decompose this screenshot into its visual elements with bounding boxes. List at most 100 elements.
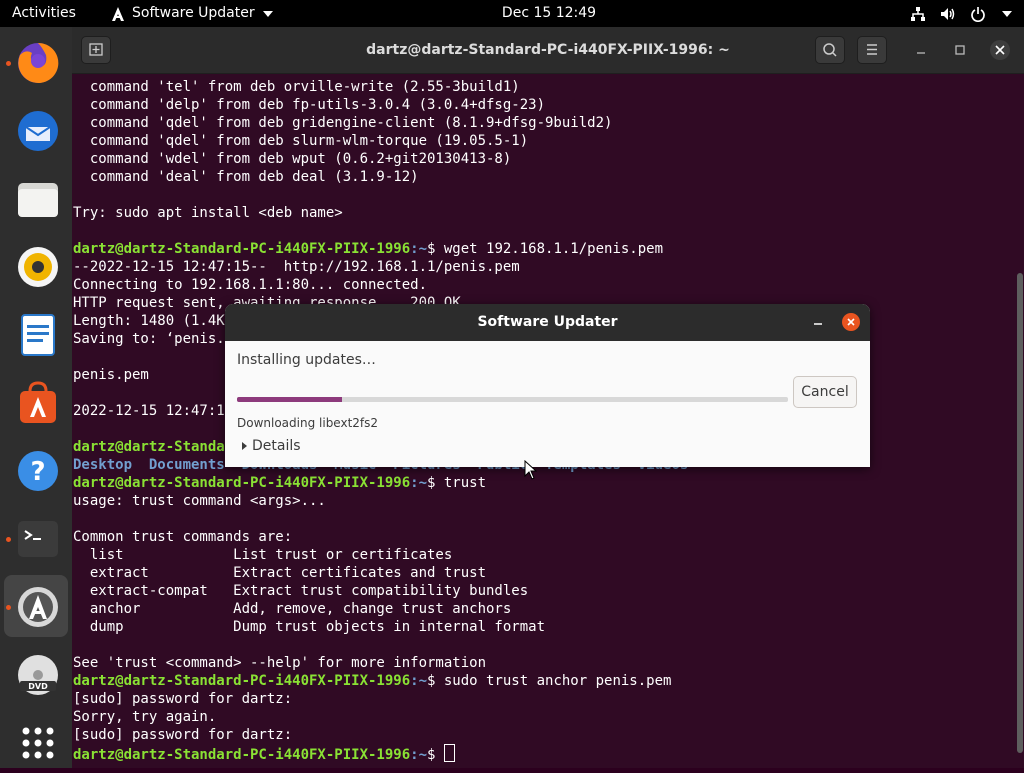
volume-icon xyxy=(941,7,955,20)
cancel-button[interactable]: Cancel xyxy=(793,376,857,408)
mouse-pointer-icon xyxy=(524,460,538,480)
progress-bar xyxy=(237,397,788,402)
dock-item-software-updater[interactable] xyxy=(4,575,68,637)
terminal-text: Common trust commands are: xyxy=(73,529,293,545)
help-icon: ? xyxy=(18,451,58,491)
terminal-text: [sudo] password for dartz: xyxy=(73,727,293,743)
terminal-line: Common trust commands are: xyxy=(73,528,292,546)
downloading-text: Downloading libext2fs2 xyxy=(237,416,379,430)
running-indicator xyxy=(6,61,11,66)
libreoffice-writer-icon xyxy=(21,314,55,356)
close-icon xyxy=(847,318,855,326)
top-bar: Activities Software Updater Dec 15 12:49 xyxy=(0,0,1024,27)
terminal-line: Try: sudo apt install <deb name> xyxy=(73,204,343,222)
dock-item-ubuntu-software[interactable] xyxy=(4,371,68,433)
dialog-minimize-button[interactable] xyxy=(809,313,827,331)
terminal-line: anchor Add, remove, change trust anchors xyxy=(73,600,511,618)
dock-item-terminal[interactable] xyxy=(4,507,68,569)
progress-bar-fill xyxy=(237,397,342,402)
terminal-text: command 'qdel' from deb slurm-wlm-torque… xyxy=(73,133,529,149)
network-icon xyxy=(911,6,925,21)
terminal-text: See 'trust <command> --help' for more in… xyxy=(73,655,487,671)
menu-button[interactable] xyxy=(857,36,887,64)
terminal-text: command 'tel' from deb orville-write (2.… xyxy=(73,79,520,95)
ubuntu-software-icon xyxy=(20,381,56,423)
terminal-text: command 'deal' from deb deal (3.1.9-12) xyxy=(73,169,419,185)
firefox-icon xyxy=(18,42,59,83)
terminal-line: command 'deal' from deb deal (3.1.9-12) xyxy=(73,168,419,186)
terminal-line: Sorry, try again. xyxy=(73,708,216,726)
dock: ? DVD xyxy=(0,27,72,768)
terminal-header-bar[interactable]: dartz@dartz-Standard-PC-i440FX-PIIX-1996… xyxy=(72,27,1024,74)
install-status-text: Installing updates… xyxy=(237,352,376,368)
terminal-line: command 'tel' from deb orville-write (2.… xyxy=(73,78,520,96)
terminal-text: Sorry, try again. xyxy=(73,709,217,725)
clock[interactable]: Dec 15 12:49 xyxy=(0,0,1024,27)
terminal-line: dartz@dartz-Standard-PC-i440FX-PIIX-1996… xyxy=(73,672,671,690)
expand-arrow-icon xyxy=(242,442,247,450)
dock-item-show-apps[interactable] xyxy=(4,711,68,773)
system-tray[interactable] xyxy=(910,0,1012,27)
terminal-line: dartz@dartz-Standard-PC-i440FX-PIIX-1996… xyxy=(73,744,455,763)
details-expander[interactable]: Details xyxy=(242,438,301,454)
terminal-line: See 'trust <command> --help' for more in… xyxy=(73,654,486,672)
dock-item-files[interactable] xyxy=(4,167,68,229)
svg-text:DVD: DVD xyxy=(28,682,48,691)
details-label: Details xyxy=(252,438,301,454)
terminal-line: command 'wdel' from deb wput (0.6.2+git2… xyxy=(73,150,511,168)
terminal-line: list List trust or certificates xyxy=(73,546,452,564)
prompt-path: :~ xyxy=(410,475,428,491)
dialog-header[interactable]: Software Updater xyxy=(225,304,870,341)
terminal-text: Connecting to 192.168.1.1:80... connecte… xyxy=(73,277,428,293)
terminal-text: [sudo] password for dartz: xyxy=(73,691,293,707)
dialog-title: Software Updater xyxy=(477,314,618,330)
search-button[interactable] xyxy=(815,36,845,64)
terminal-text: list List trust or certificates xyxy=(73,547,453,563)
dock-item-thunderbird[interactable] xyxy=(4,99,68,161)
running-indicator xyxy=(6,537,11,542)
show-apps-icon xyxy=(22,727,54,759)
terminal-text: Try: sudo apt install <deb name> xyxy=(73,205,343,221)
terminal-text: dump Dump trust objects in internal form… xyxy=(73,619,546,635)
terminal-line: extract-compat Extract trust compatibili… xyxy=(73,582,528,600)
svg-text:?: ? xyxy=(30,457,45,487)
minimize-icon xyxy=(814,323,822,325)
terminal-text: --2022-12-15 12:47:15-- http://192.168.1… xyxy=(73,259,520,275)
prompt-path: :~ xyxy=(410,673,428,689)
terminal-text: command 'wdel' from deb wput (0.6.2+git2… xyxy=(73,151,512,167)
terminal-line: [sudo] password for dartz: xyxy=(73,690,292,708)
dock-item-firefox[interactable] xyxy=(4,31,68,93)
terminal-text: $ trust xyxy=(427,475,487,491)
close-button[interactable] xyxy=(990,40,1010,60)
hamburger-menu-icon xyxy=(867,44,877,55)
minimize-button[interactable] xyxy=(911,40,931,60)
scrollbar-thumb[interactable] xyxy=(1017,273,1023,753)
software-updater-dialog[interactable]: Software Updater Installing updates… Can… xyxy=(225,304,870,467)
dock-item-dvd[interactable]: DVD xyxy=(4,643,68,705)
terminal-text: command 'delp' from deb fp-utils-3.0.4 (… xyxy=(73,97,546,113)
thunderbird-icon xyxy=(18,111,58,151)
terminal-line: dartz@dartz-Standard-PC-i440FX-PIIX-1996… xyxy=(73,240,663,258)
terminal-line: command 'qdel' from deb gridengine-clien… xyxy=(73,114,613,132)
dialog-close-button[interactable] xyxy=(842,313,860,331)
maximize-button[interactable] xyxy=(950,40,970,60)
terminal-text: extract-compat Extract trust compatibili… xyxy=(73,583,529,599)
dock-item-writer[interactable] xyxy=(4,303,68,365)
prompt-user-host: dartz@dartz-Standard-PC-i440FX-PIIX-1996 xyxy=(73,747,411,763)
power-icon xyxy=(971,6,985,22)
terminal-text: anchor Add, remove, change trust anchors xyxy=(73,601,512,617)
prompt-user-host: dartz@dartz-Standard-PC-i440FX-PIIX-1996 xyxy=(73,241,411,257)
scrollbar[interactable] xyxy=(1016,73,1024,768)
files-icon xyxy=(18,183,58,217)
terminal-line: Connecting to 192.168.1.1:80... connecte… xyxy=(73,276,427,294)
prompt-user-host: dartz@dartz-Standard-PC-i440FX-PIIX-1996 xyxy=(73,475,411,491)
maximize-icon xyxy=(955,45,965,55)
terminal-text: extract Extract certificates and trust xyxy=(73,565,487,581)
terminal-line: extract Extract certificates and trust xyxy=(73,564,486,582)
dock-item-help[interactable]: ? xyxy=(4,439,68,501)
rhythmbox-icon xyxy=(18,247,58,287)
text-cursor xyxy=(443,744,455,762)
terminal-line: --2022-12-15 12:47:15-- http://192.168.1… xyxy=(73,258,520,276)
prompt-user-host: dartz@dartz-Standard-PC-i440FX-PIIX-1996 xyxy=(73,673,411,689)
dock-item-rhythmbox[interactable] xyxy=(4,235,68,297)
